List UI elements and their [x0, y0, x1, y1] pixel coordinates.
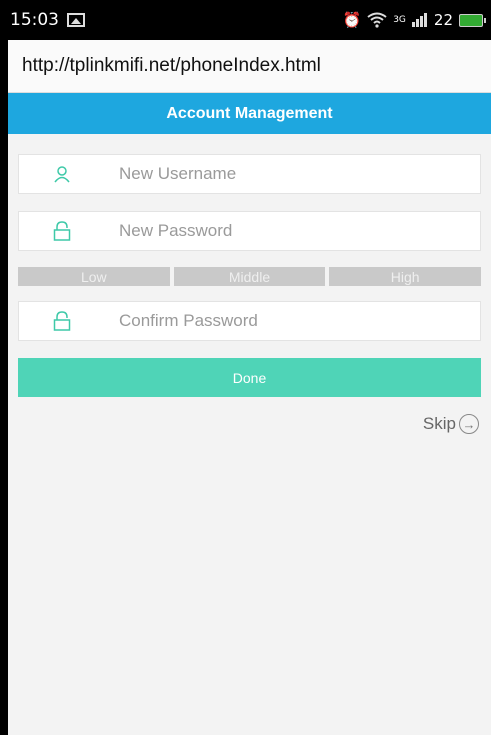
alarm-icon: ⏰: [342, 11, 362, 29]
strength-low: Low: [18, 267, 170, 286]
page-header: Account Management: [8, 93, 491, 134]
password-strength-meter: Low Middle High: [18, 267, 482, 286]
image-notification-icon: [67, 13, 85, 27]
battery-icon: [459, 13, 486, 27]
address-bar[interactable]: http://tplinkmifi.net/phoneIndex.html: [8, 40, 491, 93]
lock-icon: [19, 311, 119, 331]
password-placeholder: New Password: [119, 221, 233, 240]
skip-label: Skip: [422, 414, 456, 433]
skip-link[interactable]: Skip →: [18, 414, 481, 434]
url-text: http://tplinkmifi.net/phoneIndex.html: [22, 55, 321, 76]
wifi-icon: [367, 12, 387, 28]
username-placeholder: New Username: [119, 164, 237, 183]
confirm-placeholder: Confirm Password: [119, 311, 258, 330]
signal-icon: [411, 13, 427, 27]
status-time: 15:03: [10, 10, 59, 30]
done-button[interactable]: Done: [18, 358, 481, 397]
password-field[interactable]: New Password: [18, 211, 481, 251]
page-title: Account Management: [166, 104, 333, 122]
account-form: New Username New Password Low Middle Hig…: [8, 154, 491, 434]
status-bar: 15:03 ⏰ 3G 22: [8, 0, 491, 40]
phone-screen: 15:03 ⏰ 3G 22 http://tplinkmifi.net/phon…: [8, 0, 491, 735]
strength-middle: Middle: [173, 267, 326, 286]
lock-icon: [19, 221, 119, 241]
confirm-password-field[interactable]: Confirm Password: [18, 301, 481, 341]
battery-level: 22: [433, 11, 453, 29]
username-field[interactable]: New Username: [18, 154, 481, 194]
arrow-right-circle-icon: →: [459, 414, 479, 434]
network-type: 3G: [393, 15, 406, 25]
user-icon: [19, 165, 119, 183]
strength-high: High: [329, 267, 482, 286]
